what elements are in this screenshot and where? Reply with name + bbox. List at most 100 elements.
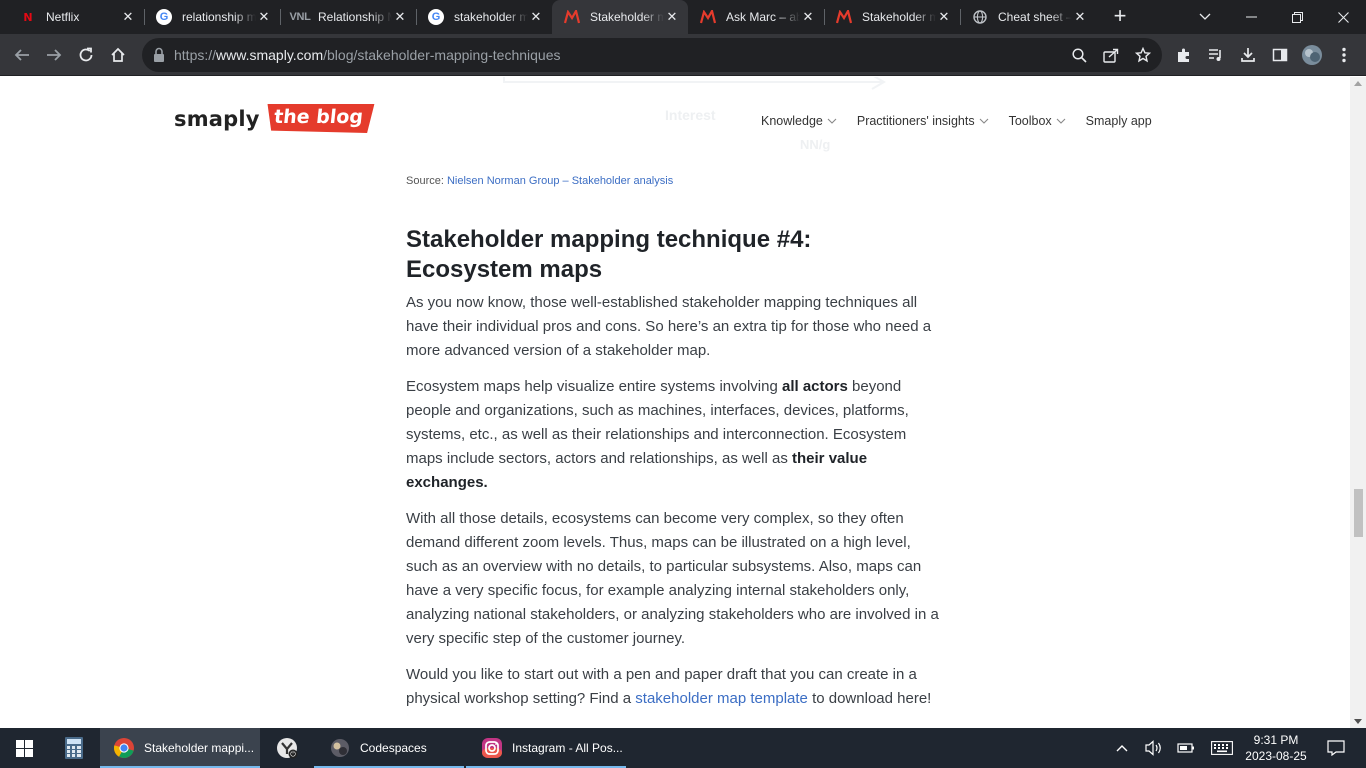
zoom-button[interactable]	[1068, 44, 1090, 66]
site-logo[interactable]: smaply the blog	[174, 104, 373, 133]
profile-button[interactable]	[1296, 39, 1328, 71]
reload-icon	[79, 47, 93, 62]
minimize-button[interactable]	[1228, 0, 1274, 34]
close-icon[interactable]: ✕	[120, 9, 136, 25]
template-link[interactable]: stakeholder map template	[635, 690, 808, 707]
close-icon[interactable]: ✕	[664, 9, 680, 25]
main-nav: Knowledge Practitioners' insights Toolbo…	[761, 114, 1172, 128]
nav-toolbox[interactable]: Toolbox	[1009, 114, 1066, 128]
system-clock[interactable]: 9:31 PM 2023-08-25	[1240, 732, 1312, 764]
tab-cheat-sheet[interactable]: Cheat sheet – ✕	[960, 0, 1096, 34]
smaply-icon	[564, 9, 580, 25]
menu-button[interactable]	[1328, 39, 1360, 71]
tab-title: Stakeholder m	[862, 10, 936, 24]
taskbar-label: Instagram - All Pos...	[512, 741, 623, 755]
close-icon[interactable]: ✕	[1072, 9, 1088, 25]
clock-time: 9:31 PM	[1253, 733, 1299, 747]
side-panel-button[interactable]	[1264, 39, 1296, 71]
taskbar-label: Stakeholder mappi...	[144, 741, 255, 755]
close-icon	[1337, 11, 1349, 23]
tab-relationship-search[interactable]: G relationship m ✕	[144, 0, 280, 34]
tab-ask-marc[interactable]: Ask Marc – ab ✕	[688, 0, 824, 34]
paragraph-ecosystem-definition: Ecosystem maps help visualize entire sys…	[406, 378, 909, 491]
close-icon[interactable]: ✕	[392, 9, 408, 25]
nav-smaply-app[interactable]: Smaply app	[1086, 114, 1152, 128]
taskbar-chrome[interactable]: Stakeholder mappi...	[100, 728, 260, 768]
chevron-down-icon	[1199, 13, 1211, 20]
globe-icon	[972, 9, 988, 25]
logo-wordmark: smaply	[174, 106, 260, 131]
keyboard-button[interactable]	[1206, 728, 1238, 768]
close-icon[interactable]: ✕	[800, 9, 816, 25]
restore-button[interactable]	[1274, 0, 1320, 34]
scroll-up-arrow-icon[interactable]	[1354, 81, 1362, 86]
browser-toolbar: https://www.smaply.com/blog/stakeholder-…	[0, 34, 1366, 76]
tab-netflix[interactable]: N Netflix ✕	[8, 0, 144, 34]
close-icon[interactable]: ✕	[256, 9, 272, 25]
share-button[interactable]	[1100, 44, 1122, 66]
reload-button[interactable]	[70, 39, 102, 71]
close-icon[interactable]: ✕	[936, 9, 952, 25]
star-icon	[1135, 47, 1151, 63]
address-bar[interactable]: https://www.smaply.com/blog/stakeholder-…	[142, 38, 1162, 72]
taskbar-app[interactable]: ⏻	[262, 728, 312, 768]
volume-button[interactable]	[1140, 728, 1168, 768]
tab-stakeholder-search[interactable]: G stakeholder m ✕	[416, 0, 552, 34]
faded-axis-label: Interest	[665, 107, 716, 123]
windows-logo-icon	[15, 739, 33, 757]
page-scrollbar[interactable]	[1350, 77, 1366, 728]
battery-button[interactable]	[1172, 728, 1200, 768]
back-button[interactable]	[6, 39, 38, 71]
smaply-icon	[836, 9, 852, 25]
home-icon	[111, 47, 125, 62]
close-window-button[interactable]	[1320, 0, 1366, 34]
minimize-icon	[1245, 16, 1257, 18]
downloads-button[interactable]	[1232, 39, 1264, 71]
source-link[interactable]: Nielsen Norman Group – Stakeholder analy…	[447, 175, 673, 187]
puzzle-icon	[1178, 48, 1189, 62]
faded-chart-axis	[503, 77, 886, 90]
forward-button[interactable]	[38, 39, 70, 71]
vnl-icon: VNL	[289, 11, 311, 23]
paragraph-zoom-levels: With all those details, ecosystems can b…	[406, 510, 939, 647]
chevron-down-icon	[979, 118, 988, 124]
close-icon[interactable]: ✕	[528, 9, 544, 25]
url-text[interactable]: https://www.smaply.com/blog/stakeholder-…	[174, 47, 561, 63]
notifications-button[interactable]	[1318, 728, 1354, 768]
notification-icon	[1327, 740, 1345, 756]
back-arrow-icon	[14, 49, 29, 61]
nav-practitioners-insights[interactable]: Practitioners' insights	[857, 114, 989, 128]
keyboard-icon	[1211, 741, 1233, 755]
forward-arrow-icon	[47, 49, 62, 61]
home-button[interactable]	[102, 39, 134, 71]
faded-credit-label: NN/g	[800, 137, 831, 152]
web-page: Interest NN/g smaply the blog Knowledge …	[0, 77, 1350, 728]
nav-knowledge[interactable]: Knowledge	[761, 114, 837, 128]
lock-icon[interactable]	[152, 47, 166, 63]
taskbar-label: Codespaces	[360, 741, 427, 755]
battery-icon	[1177, 743, 1194, 753]
tab-stakeholder-active[interactable]: Stakeholder m ✕	[552, 0, 688, 34]
taskbar-instagram[interactable]: Instagram - All Pos...	[466, 728, 626, 768]
show-hidden-icons-button[interactable]	[1110, 728, 1134, 768]
bookmark-button[interactable]	[1132, 44, 1154, 66]
scroll-down-arrow-icon[interactable]	[1354, 719, 1362, 724]
extensions-button[interactable]	[1168, 39, 1200, 71]
chevron-up-icon	[1116, 745, 1128, 752]
tab-strip: N Netflix ✕ G relationship m ✕ VNL Relat…	[0, 0, 1366, 34]
logo-badge: the blog	[264, 104, 374, 133]
new-tab-button[interactable]: +	[1108, 5, 1132, 29]
media-button[interactable]	[1200, 39, 1232, 71]
chevron-down-icon	[1056, 118, 1066, 124]
google-icon: G	[428, 9, 444, 25]
taskbar-codespaces[interactable]: Codespaces	[314, 728, 464, 768]
tab-search-button[interactable]	[1182, 0, 1228, 34]
scrollbar-thumb[interactable]	[1354, 489, 1363, 537]
chevron-down-icon	[827, 118, 837, 124]
start-button[interactable]	[0, 728, 48, 768]
taskbar-calculator[interactable]	[50, 728, 98, 768]
tab-stakeholder-2[interactable]: Stakeholder m ✕	[824, 0, 960, 34]
tab-title: Relationship M	[318, 10, 392, 24]
tab-relationship-vnl[interactable]: VNL Relationship M ✕	[280, 0, 416, 34]
instagram-icon	[480, 736, 504, 760]
